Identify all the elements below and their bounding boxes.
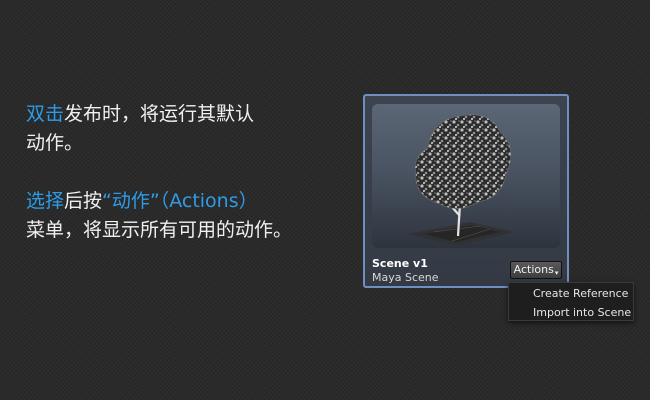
tree-thumbnail-icon — [408, 114, 514, 246]
instruction-paragraph-2: 选择后按“动作”（Actions） 菜单，将显示所有可用的动作。 — [26, 187, 346, 245]
instruction-text-4: 菜单，将显示所有可用的动作。 — [26, 219, 293, 241]
publish-card[interactable]: Scene v1 Maya Scene Actions▾ — [363, 94, 569, 288]
highlight-select: 选择 — [26, 190, 65, 212]
highlight-double-click: 双击 — [26, 103, 65, 125]
scene-title: Scene v1 — [372, 257, 428, 270]
instruction-paragraph-1: 双击发布时，将运行其默认动作。 — [26, 100, 346, 158]
actions-button[interactable]: Actions▾ — [510, 261, 562, 279]
chevron-down-icon: ▾ — [554, 269, 559, 277]
scene-thumbnail[interactable] — [372, 104, 560, 248]
actions-menu: Create Reference Import into Scene — [508, 282, 634, 321]
instruction-text-2: 动作。 — [26, 132, 84, 154]
scene-type: Maya Scene — [372, 271, 439, 284]
instruction-text-1: 发布时，将运行其默认 — [64, 103, 255, 125]
instruction-text-3: 后按 — [64, 190, 103, 212]
menu-item-import-into-scene[interactable]: Import into Scene — [509, 303, 633, 322]
instruction-text: 双击发布时，将运行其默认动作。 选择后按“动作”（Actions） 菜单，将显示所… — [26, 100, 346, 245]
highlight-actions: “动作”（Actions） — [102, 190, 258, 212]
actions-button-label: Actions — [513, 263, 554, 276]
menu-item-create-reference[interactable]: Create Reference — [509, 284, 633, 303]
